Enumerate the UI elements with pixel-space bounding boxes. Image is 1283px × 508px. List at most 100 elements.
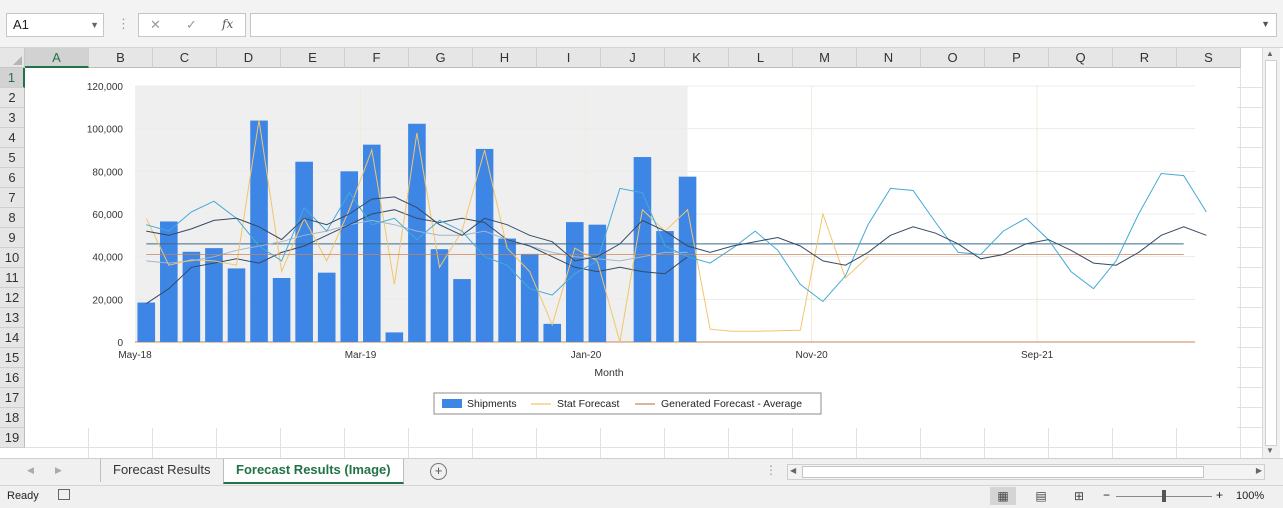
insert-function-icon[interactable]: fx — [222, 17, 233, 31]
scroll-right-icon[interactable]: ▶ — [1256, 466, 1262, 475]
y-tick-label: 80,000 — [92, 167, 123, 178]
cancel-icon[interactable]: ✕ — [150, 17, 161, 33]
shipments-bar — [565, 222, 584, 342]
row-header-12[interactable]: 12 — [0, 288, 25, 308]
x-tick-label: May-18 — [118, 350, 152, 361]
y-tick-label: 100,000 — [87, 125, 124, 136]
shipments-bar — [385, 332, 404, 342]
row-header-8[interactable]: 8 — [0, 208, 25, 228]
name-box-value: A1 — [13, 17, 29, 32]
shipments-bar — [295, 161, 313, 342]
row-header-6[interactable]: 6 — [0, 168, 25, 188]
next-sheet-icon[interactable]: ▶ — [55, 465, 62, 476]
add-sheet-icon[interactable]: + — [430, 463, 447, 480]
tab-forecast-results[interactable]: Forecast Results — [100, 459, 223, 482]
column-header-b[interactable]: B — [89, 48, 153, 68]
vertical-scrollbar[interactable]: ▲ ▼ — [1262, 48, 1280, 458]
status-bar: Ready ▦ ▤ ⊞ − + 100% — [0, 485, 1283, 508]
column-header-f[interactable]: F — [345, 48, 409, 68]
column-header-c[interactable]: C — [153, 48, 217, 68]
zoom-slider-knob[interactable] — [1162, 490, 1166, 502]
x-tick-label: Mar-19 — [345, 350, 377, 361]
shipments-bar — [633, 157, 652, 342]
column-header-h[interactable]: H — [473, 48, 537, 68]
row-header-18[interactable]: 18 — [0, 408, 25, 428]
legend-label-shipments: Shipments — [467, 398, 517, 410]
shipments-bar — [520, 253, 539, 342]
scroll-left-icon[interactable]: ◀ — [790, 466, 796, 475]
row-header-14[interactable]: 14 — [0, 328, 25, 348]
column-header-n[interactable]: N — [857, 48, 921, 68]
shipments-bar — [250, 120, 268, 342]
y-tick-label: 20,000 — [92, 295, 123, 306]
row-header-15[interactable]: 15 — [0, 348, 25, 368]
x-tick-label: Sep-21 — [1021, 350, 1054, 361]
tab-split-grip-icon[interactable]: ⋮ — [765, 463, 777, 477]
shipments-bar — [408, 123, 426, 342]
row-header-2[interactable]: 2 — [0, 88, 25, 108]
shipments-bar — [430, 249, 449, 342]
select-all-corner[interactable] — [0, 48, 25, 68]
shipments-bar — [160, 221, 178, 342]
column-header-o[interactable]: O — [921, 48, 985, 68]
formula-bar-grip-icon: ⋮ — [117, 16, 130, 31]
name-box[interactable]: A1 ▼ — [6, 13, 104, 37]
page-layout-view-icon[interactable]: ▤ — [1028, 487, 1054, 505]
enter-check-icon[interactable]: ✓ — [186, 17, 197, 33]
column-header-a[interactable]: A — [25, 48, 89, 68]
column-header-j[interactable]: J — [601, 48, 665, 68]
horizontal-scroll-thumb[interactable] — [802, 466, 1204, 478]
column-header-d[interactable]: D — [217, 48, 281, 68]
column-header-s[interactable]: S — [1177, 48, 1241, 68]
column-header-p[interactable]: P — [985, 48, 1049, 68]
zoom-in-icon[interactable]: + — [1216, 488, 1223, 502]
page-break-preview-icon[interactable]: ⊞ — [1066, 487, 1092, 505]
scroll-up-icon[interactable]: ▲ — [1266, 49, 1274, 58]
formula-buttons: ✕ ✓ fx — [138, 13, 246, 37]
formula-input[interactable]: ▼ — [250, 13, 1277, 37]
row-header-13[interactable]: 13 — [0, 308, 25, 328]
y-tick-label: 60,000 — [92, 210, 123, 221]
scroll-down-icon[interactable]: ▼ — [1266, 446, 1274, 455]
row-header-3[interactable]: 3 — [0, 108, 25, 128]
column-header-i[interactable]: I — [537, 48, 601, 68]
prev-sheet-icon[interactable]: ◀ — [27, 465, 34, 476]
column-header-r[interactable]: R — [1113, 48, 1177, 68]
column-header-e[interactable]: E — [281, 48, 345, 68]
column-header-g[interactable]: G — [409, 48, 473, 68]
row-header-7[interactable]: 7 — [0, 188, 25, 208]
formula-expand-icon[interactable]: ▼ — [1261, 19, 1270, 29]
shipments-bar — [227, 268, 246, 342]
shipments-bar — [317, 272, 336, 342]
horizontal-scrollbar[interactable]: ◀ ▶ — [787, 464, 1265, 480]
row-header-5[interactable]: 5 — [0, 148, 25, 168]
row-header-19[interactable]: 19 — [0, 428, 25, 448]
tab-forecast-results-image[interactable]: Forecast Results (Image) — [223, 459, 404, 484]
x-tick-label: Nov-20 — [795, 350, 828, 361]
status-ready: Ready — [7, 490, 39, 502]
shipments-bar — [678, 176, 697, 342]
shipments-bar — [272, 278, 291, 342]
column-header-l[interactable]: L — [729, 48, 793, 68]
row-header-1[interactable]: 1 — [0, 68, 25, 88]
row-header-10[interactable]: 10 — [0, 248, 25, 268]
shipments-bar — [543, 323, 562, 342]
row-header-17[interactable]: 17 — [0, 388, 25, 408]
vertical-scroll-thumb[interactable] — [1265, 60, 1277, 446]
forecast-chart[interactable]: 0 20,000 40,000 60,000 80,000 100,000 120,000 M… — [25, 68, 1237, 428]
zoom-out-icon[interactable]: − — [1103, 488, 1110, 502]
row-header-4[interactable]: 4 — [0, 128, 25, 148]
normal-view-icon[interactable]: ▦ — [990, 487, 1016, 505]
legend-label-stat-forecast: Stat Forecast — [557, 398, 620, 410]
row-header-9[interactable]: 9 — [0, 228, 25, 248]
column-header-k[interactable]: K — [665, 48, 729, 68]
column-header-q[interactable]: Q — [1049, 48, 1113, 68]
macro-record-icon[interactable] — [58, 489, 70, 500]
name-box-dropdown-icon[interactable]: ▼ — [90, 14, 99, 36]
row-header-16[interactable]: 16 — [0, 368, 25, 388]
row-header-11[interactable]: 11 — [0, 268, 25, 288]
shipments-bar — [340, 171, 359, 342]
zoom-level[interactable]: 100% — [1236, 490, 1264, 502]
column-header-m[interactable]: M — [793, 48, 857, 68]
x-tick-label: Jan-20 — [571, 350, 602, 361]
